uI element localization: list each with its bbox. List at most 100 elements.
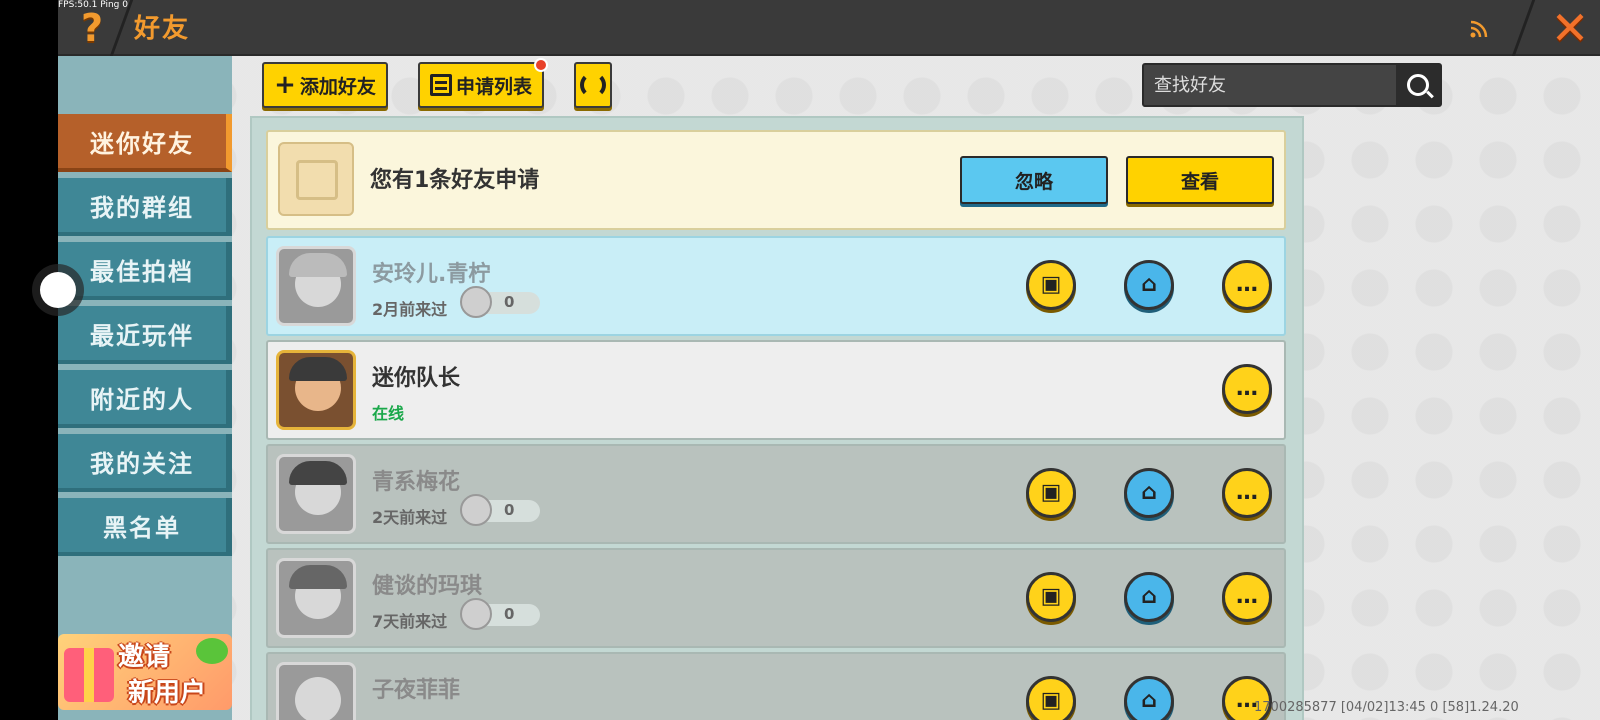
top-bar: ? 好友 ✕ (58, 0, 1600, 56)
avatar-hood (289, 565, 347, 589)
view-button[interactable]: 查看 (1126, 156, 1274, 204)
floating-assist-button[interactable] (40, 272, 76, 308)
chat-icon: … (1236, 480, 1258, 505)
invite-new-user-banner[interactable]: 邀请 新用户 (58, 634, 232, 710)
dice-icon (460, 286, 492, 318)
gift-button[interactable]: ▣ (1026, 468, 1076, 518)
gift-icon: ▣ (1040, 584, 1062, 609)
gift-button[interactable]: ▣ (1026, 676, 1076, 720)
avatar[interactable] (276, 246, 356, 326)
friend-row[interactable]: 青系梅花 2天前来过 0 ▣ ⌂ … (266, 444, 1286, 544)
search-button[interactable] (1396, 65, 1440, 105)
last-seen: 2天前来过 (372, 508, 448, 527)
score-value: 0 (504, 501, 515, 519)
sidebar-item-blacklist[interactable]: 黑名单 (58, 498, 232, 556)
search-box (1142, 63, 1442, 107)
score-pill: 0 (460, 598, 540, 630)
home-button[interactable]: ⌂ (1124, 468, 1174, 518)
build-info: 1700285877 [04/02]13:45 0 [58]1.24.20 (1254, 700, 1519, 715)
friend-name: 青系梅花 (372, 470, 461, 495)
gift-icon: ▣ (1040, 272, 1062, 297)
divider (1511, 0, 1536, 56)
dice-icon (460, 494, 492, 526)
gift-icon: ▣ (1040, 688, 1062, 713)
sidebar-item-best-partner[interactable]: 最佳拍档 (58, 242, 232, 300)
invite-title: 邀请 (118, 642, 171, 672)
refresh-icon (580, 72, 606, 98)
gift-icon (64, 648, 114, 702)
gift-button[interactable]: ▣ (1026, 260, 1076, 310)
request-list-button[interactable]: 申请列表 (418, 58, 548, 108)
home-button[interactable]: ⌂ (1124, 676, 1174, 720)
avatar[interactable] (276, 558, 356, 638)
add-friend-button[interactable]: + 添加好友 (262, 62, 388, 108)
avatar[interactable] (276, 662, 356, 720)
friend-row[interactable]: 迷你队长 在线 … (266, 340, 1286, 440)
request-avatar (278, 142, 354, 216)
avatar-hair (289, 253, 347, 277)
sidebar-item-following[interactable]: 我的关注 (58, 434, 232, 492)
avatar[interactable] (276, 350, 356, 430)
chat-button[interactable]: … (1222, 572, 1272, 622)
friend-name: 迷你队长 (372, 366, 461, 391)
friend-name: 安玲儿.青柠 (372, 262, 491, 287)
score-pill: 0 (460, 286, 540, 318)
home-icon: ⌂ (1141, 688, 1157, 713)
dice-icon (460, 598, 492, 630)
mini-logo-icon (296, 160, 338, 200)
sidebar: 迷你好友 我的群组 最佳拍档 最近玩伴 附近的人 我的关注 黑名单 邀请 新用户 (58, 56, 232, 720)
home-button[interactable]: ⌂ (1124, 260, 1174, 310)
sidebar-item-recent-players[interactable]: 最近玩伴 (58, 306, 232, 364)
request-list-label: 申请列表 (455, 75, 532, 98)
score-value: 0 (504, 293, 515, 311)
friend-request-banner: 您有1条好友申请 忽略 查看 (266, 130, 1286, 230)
fps-indicator: FPS:50.1 Ping 0 (58, 0, 128, 10)
score-value: 0 (504, 605, 515, 623)
friend-list[interactable]: 您有1条好友申请 忽略 查看 安玲儿.青柠 2月前来过 0 ▣ ⌂ … 迷你队长… (250, 116, 1304, 720)
close-icon[interactable]: ✕ (1548, 5, 1592, 51)
home-icon: ⌂ (1141, 272, 1157, 297)
friend-row[interactable]: 子夜菲菲 ▣ ⌂ … (266, 652, 1286, 720)
friend-name: 健谈的玛琪 (372, 574, 483, 599)
home-button[interactable]: ⌂ (1124, 572, 1174, 622)
online-status: 在线 (372, 404, 405, 423)
ignore-button[interactable]: 忽略 (960, 156, 1108, 204)
gift-icon: ▣ (1040, 480, 1062, 505)
home-icon: ⌂ (1141, 480, 1157, 505)
plus-icon: + (274, 70, 296, 100)
friend-row[interactable]: 健谈的玛琪 7天前来过 0 ▣ ⌂ … (266, 548, 1286, 648)
page-title: 好友 (134, 14, 191, 44)
last-seen: 7天前来过 (372, 612, 448, 631)
chat-icon: … (1236, 272, 1258, 297)
chat-icon: … (1236, 584, 1258, 609)
last-seen: 2月前来过 (372, 300, 448, 319)
gift-button[interactable]: ▣ (1026, 572, 1076, 622)
search-input[interactable] (1144, 65, 1398, 105)
avatar-hat (289, 461, 347, 485)
avatar-head (295, 677, 341, 720)
invite-subtitle: 新用户 (128, 678, 207, 708)
chat-button[interactable]: … (1222, 260, 1272, 310)
chat-button[interactable]: … (1222, 364, 1272, 414)
request-message: 您有1条好友申请 (370, 168, 540, 193)
search-icon (1407, 74, 1429, 96)
signal-icon (1470, 20, 1488, 38)
avatar[interactable] (276, 454, 356, 534)
chat-button[interactable]: … (1222, 468, 1272, 518)
sidebar-item-mini-friends[interactable]: 迷你好友 (58, 114, 232, 172)
help-icon[interactable]: ? (74, 6, 110, 50)
chat-icon: … (1236, 376, 1258, 401)
sidebar-item-my-groups[interactable]: 我的群组 (58, 178, 232, 236)
score-pill: 0 (460, 494, 540, 526)
list-icon (429, 74, 452, 96)
friends-screen: ? 好友 ✕ 迷你好友 我的群组 最佳拍档 最近玩伴 附近的人 我的关注 黑名单… (58, 0, 1600, 720)
refresh-button[interactable] (574, 62, 612, 108)
wechat-icon (196, 638, 228, 664)
home-icon: ⌂ (1141, 584, 1157, 609)
sidebar-item-nearby[interactable]: 附近的人 (58, 370, 232, 428)
main-content: + 添加好友 申请列表 您有1条好友申请 忽略 查看 (232, 56, 1600, 720)
friend-row[interactable]: 安玲儿.青柠 2月前来过 0 ▣ ⌂ … (266, 236, 1286, 336)
avatar-hat (289, 357, 347, 381)
friend-name: 子夜菲菲 (372, 678, 461, 703)
add-friend-label: 添加好友 (299, 75, 376, 98)
